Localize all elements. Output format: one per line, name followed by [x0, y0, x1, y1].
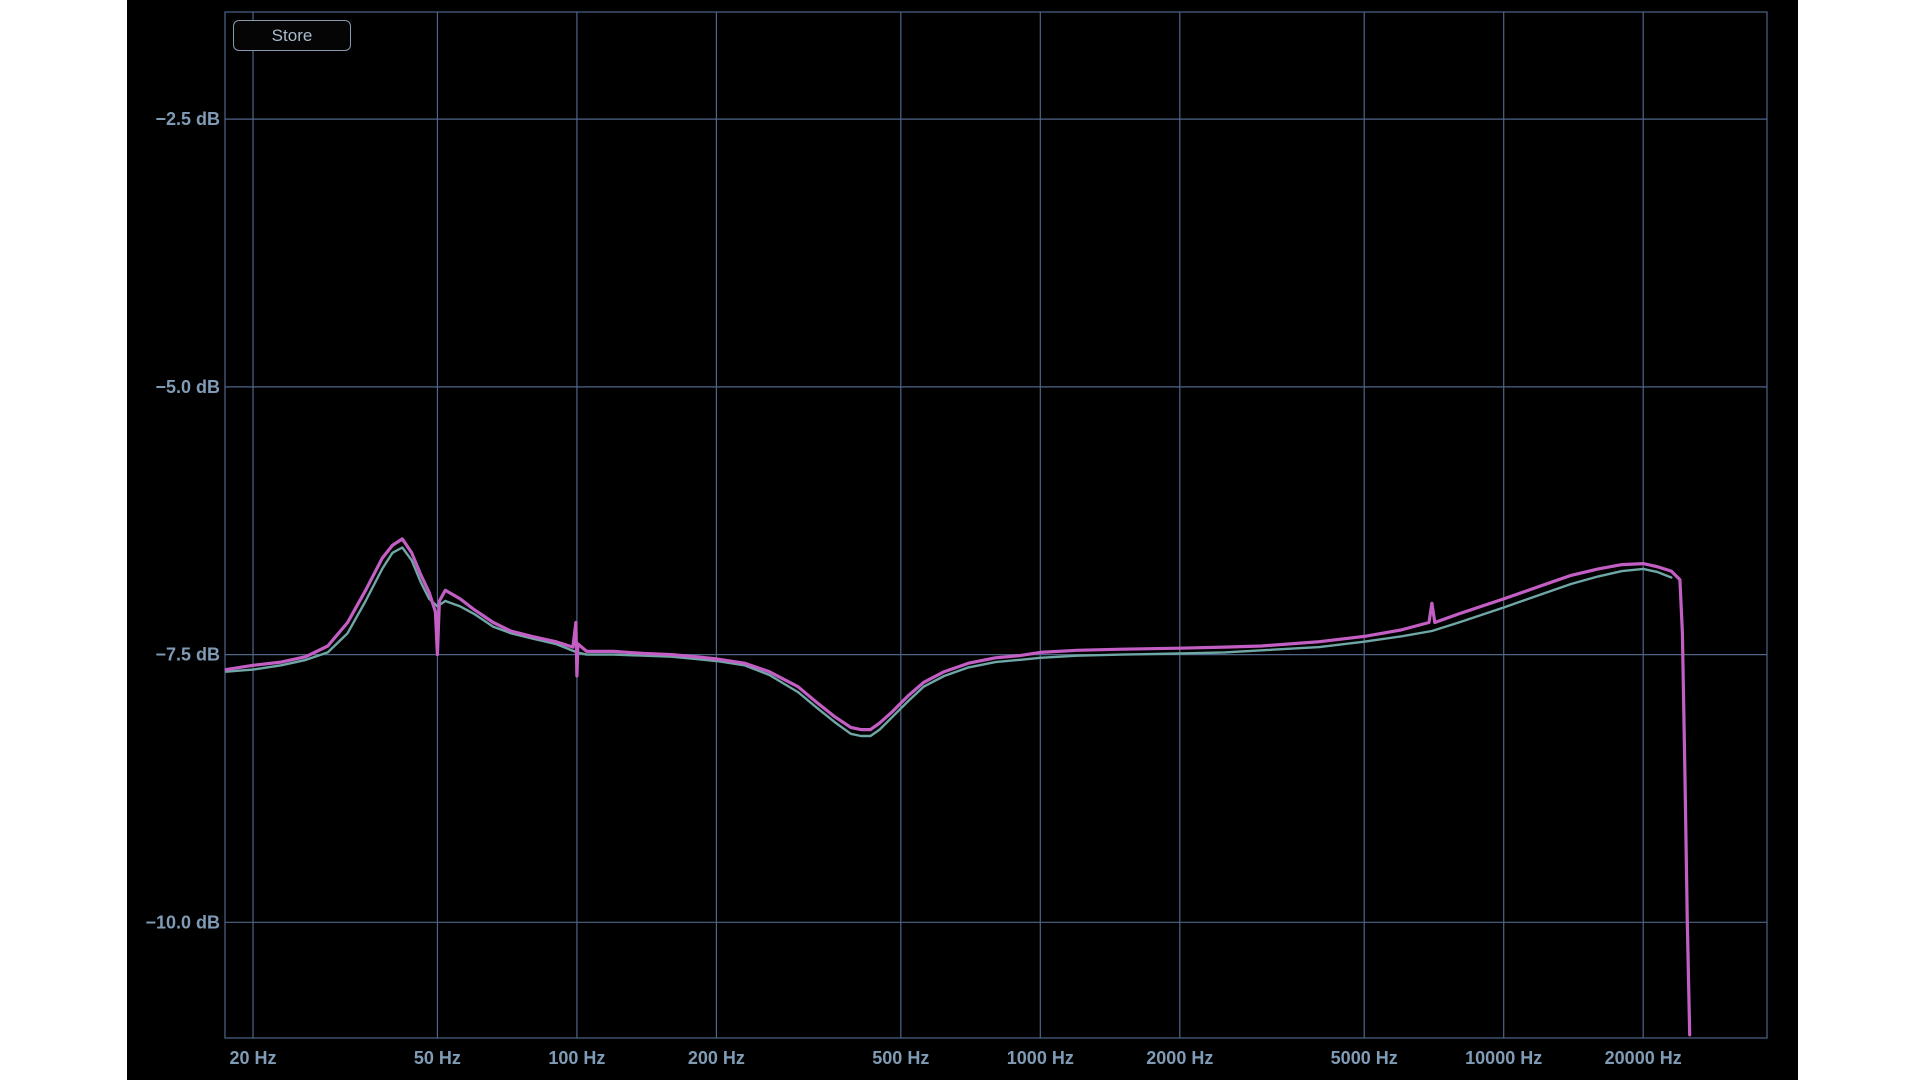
grid	[224, 11, 1768, 1039]
x-tick-label: 50 Hz	[414, 1048, 461, 1068]
y-tick-label: −5.0 dB	[155, 377, 220, 397]
x-tick-label: 10000 Hz	[1465, 1048, 1542, 1068]
chart-frame: −2.5 dB −5.0 dB −7.5 dB −10.0 dB 20 Hz 50 Hz…	[127, 0, 1798, 1080]
store-button[interactable]: Store	[233, 20, 351, 51]
x-tick-label: 2000 Hz	[1146, 1048, 1213, 1068]
y-tick-label: −10.0 dB	[145, 912, 220, 932]
series-teal-line	[224, 546, 1673, 738]
series-layer	[224, 537, 1692, 1037]
plot-border	[224, 11, 1768, 1039]
x-tick-label: 5000 Hz	[1331, 1048, 1398, 1068]
x-tick-label: 100 Hz	[548, 1048, 605, 1068]
y-tick-label: −2.5 dB	[155, 109, 220, 129]
y-tick-label: −7.5 dB	[155, 645, 220, 665]
x-tick-label: 1000 Hz	[1007, 1048, 1074, 1068]
x-tick-label: 20 Hz	[230, 1048, 277, 1068]
x-tick-labels: 20 Hz 50 Hz 100 Hz 200 Hz 500 Hz 1000 Hz 2000 …	[230, 1048, 1682, 1068]
y-tick-labels: −2.5 dB −5.0 dB −7.5 dB −10.0 dB	[145, 109, 220, 932]
x-tick-label: 500 Hz	[872, 1048, 929, 1068]
frequency-response-chart: −2.5 dB −5.0 dB −7.5 dB −10.0 dB 20 Hz 50 Hz…	[145, 11, 1768, 1068]
x-tick-label: 200 Hz	[688, 1048, 745, 1068]
store-button-label: Store	[271, 25, 313, 45]
x-tick-label: 20000 Hz	[1605, 1048, 1682, 1068]
series-magenta-line	[224, 537, 1692, 1037]
